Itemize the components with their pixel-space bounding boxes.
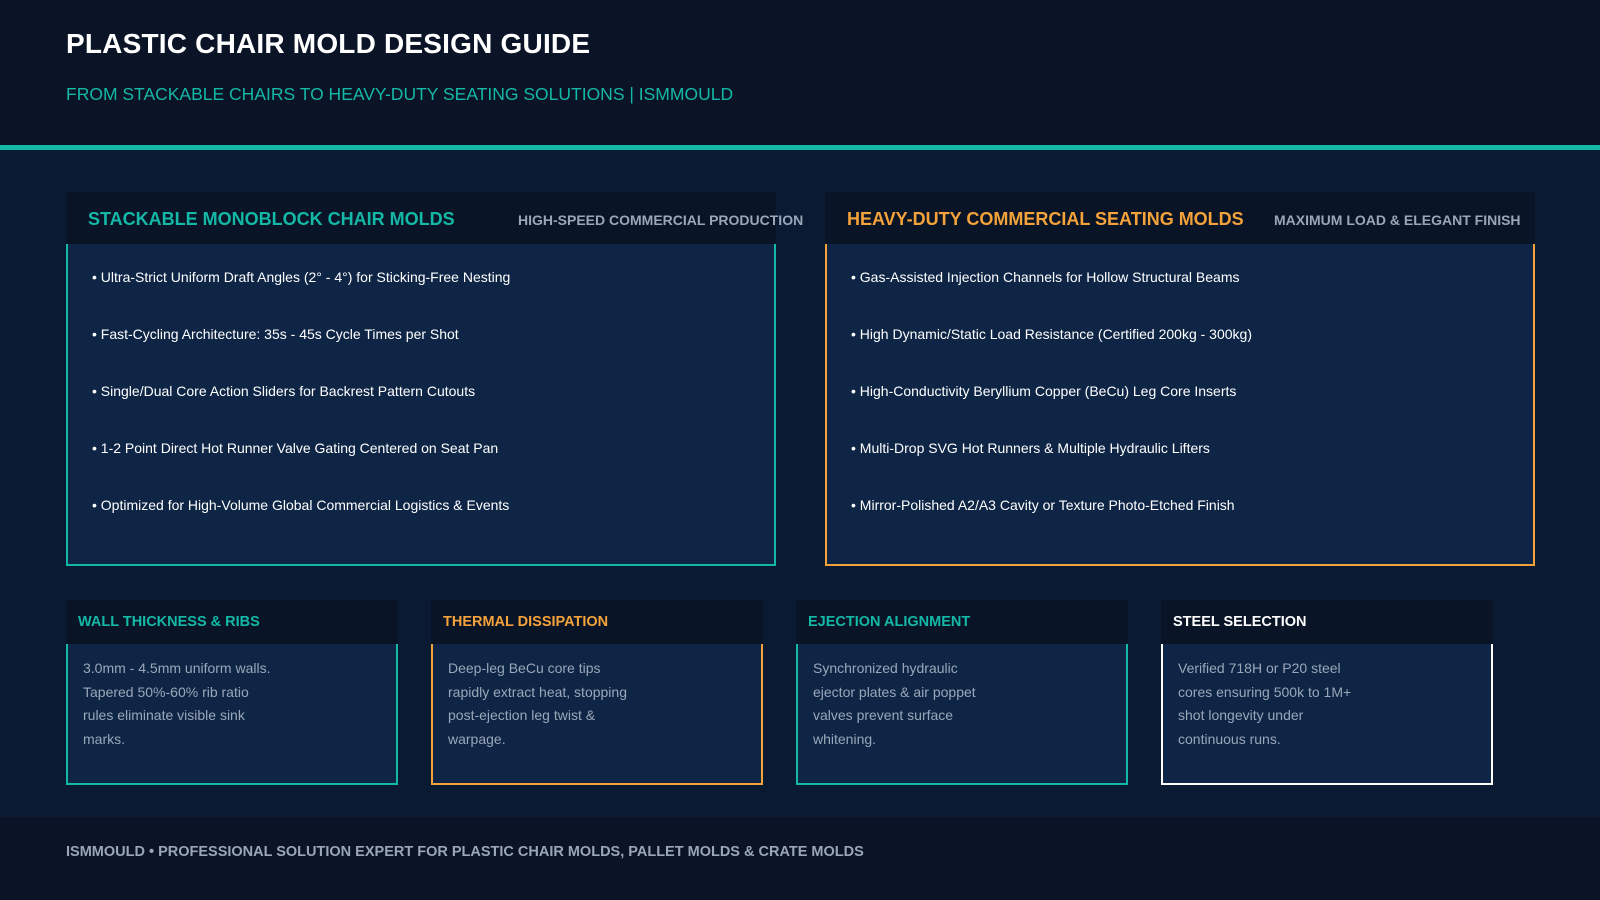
list-item: • High-Conductivity Beryllium Copper (Be… xyxy=(851,383,1237,399)
card-header: STEEL SELECTION xyxy=(1161,600,1493,644)
card-header: EJECTION ALIGNMENT xyxy=(796,600,1128,644)
card-title: THERMAL DISSIPATION xyxy=(443,614,609,630)
list-item: • 1-2 Point Direct Hot Runner Valve Gati… xyxy=(92,440,499,456)
stackable-chair-card: STACKABLE MONOBLOCK CHAIR MOLDS HIGH-SPE… xyxy=(66,192,803,566)
page-subtitle: FROM STACKABLE CHAIRS TO HEAVY-DUTY SEAT… xyxy=(66,84,734,104)
list-item: • Fast-Cycling Architecture: 35s - 45s C… xyxy=(92,326,459,342)
card-body: Deep-leg BeCu core tips rapidly extract … xyxy=(448,660,627,747)
card-header: WALL THICKNESS & RIBS xyxy=(66,600,398,644)
card-tag: MAXIMUM LOAD & ELEGANT FINISH xyxy=(1274,212,1521,228)
card-title: STACKABLE MONOBLOCK CHAIR MOLDS xyxy=(88,209,455,229)
page-title: PLASTIC CHAIR MOLD DESIGN GUIDE xyxy=(66,28,591,59)
list-item: • Single/Dual Core Action Sliders for Ba… xyxy=(92,383,476,399)
list-item: • Gas-Assisted Injection Channels for Ho… xyxy=(851,269,1240,285)
card-header: HEAVY-DUTY COMMERCIAL SEATING MOLDS MAXI… xyxy=(825,192,1535,244)
card-tag: HIGH-SPEED COMMERCIAL PRODUCTION xyxy=(518,212,804,228)
thermal-dissipation-card: THERMAL DISSIPATION Deep-leg BeCu core t… xyxy=(431,600,763,785)
list-item: • High Dynamic/Static Load Resistance (C… xyxy=(851,326,1252,342)
ejection-alignment-card: EJECTION ALIGNMENT Synchronized hydrauli… xyxy=(796,600,1128,785)
list-item: • Multi-Drop SVG Hot Runners & Multiple … xyxy=(851,440,1210,456)
wall-thickness-card: WALL THICKNESS & RIBS 3.0mm - 4.5mm unif… xyxy=(66,600,398,785)
header-divider xyxy=(0,145,1600,150)
card-body: Synchronized hydraulic ejector plates & … xyxy=(813,660,976,747)
card-title: WALL THICKNESS & RIBS xyxy=(78,614,260,630)
card-body: 3.0mm - 4.5mm uniform walls. Tapered 50%… xyxy=(83,660,271,747)
footer: ISMMOULD • PROFESSIONAL SOLUTION EXPERT … xyxy=(0,817,1600,900)
header: PLASTIC CHAIR MOLD DESIGN GUIDE FROM STA… xyxy=(0,0,1600,145)
list-item: • Optimized for High-Volume Global Comme… xyxy=(92,497,510,513)
card-header: STACKABLE MONOBLOCK CHAIR MOLDS HIGH-SPE… xyxy=(66,192,803,244)
feature-list: • Gas-Assisted Injection Channels for Ho… xyxy=(851,269,1252,554)
card-title: EJECTION ALIGNMENT xyxy=(808,614,971,630)
list-item: • Mirror-Polished A2/A3 Cavity or Textur… xyxy=(851,497,1235,513)
list-item: • Ultra-Strict Uniform Draft Angles (2° … xyxy=(92,269,511,285)
card-title: STEEL SELECTION xyxy=(1173,614,1307,630)
feature-list: • Ultra-Strict Uniform Draft Angles (2° … xyxy=(92,269,510,554)
card-header: THERMAL DISSIPATION xyxy=(431,600,763,644)
footer-text: ISMMOULD • PROFESSIONAL SOLUTION EXPERT … xyxy=(66,844,864,860)
card-title: HEAVY-DUTY COMMERCIAL SEATING MOLDS xyxy=(847,209,1244,229)
heavy-duty-seating-card: HEAVY-DUTY COMMERCIAL SEATING MOLDS MAXI… xyxy=(825,192,1535,566)
steel-selection-card: STEEL SELECTION Verified 718H or P20 ste… xyxy=(1161,600,1493,785)
card-body: Verified 718H or P20 steel cores ensurin… xyxy=(1178,660,1352,747)
